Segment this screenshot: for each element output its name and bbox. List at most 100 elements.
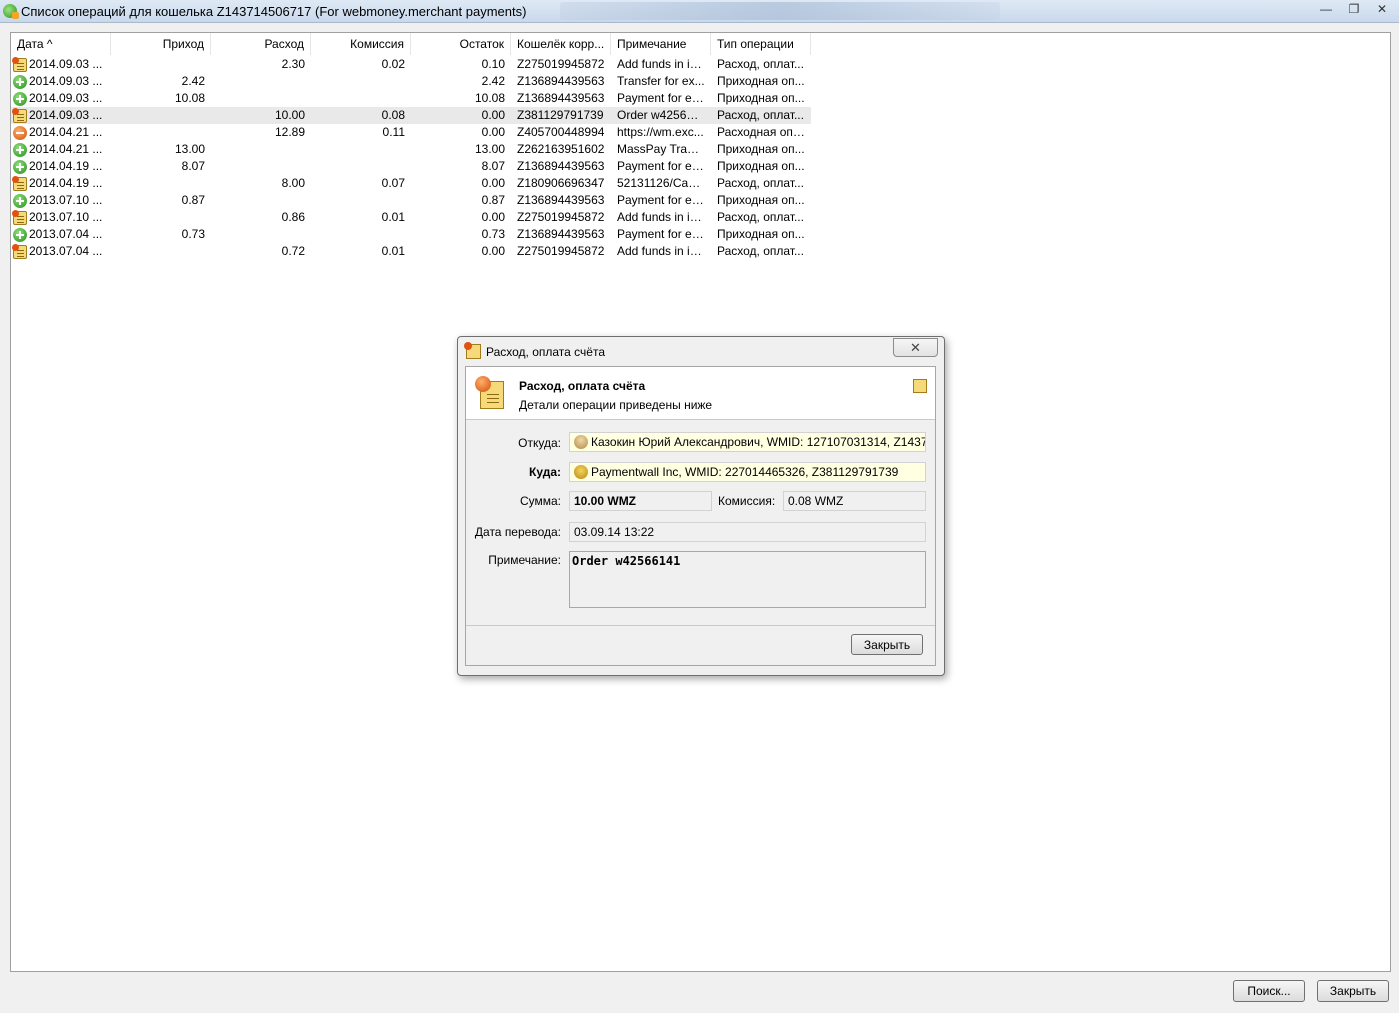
amount-field[interactable]: 10.00 WMZ — [569, 491, 712, 511]
date-label: Дата перевода: — [474, 525, 561, 539]
close-button[interactable]: Закрыть — [1317, 980, 1389, 1002]
fee-cell: 0.01 — [381, 244, 405, 258]
to-field[interactable]: Paymentwall Inc, WMID: 227014465326, Z38… — [569, 462, 926, 482]
wallet-cell: Z275019945872 — [517, 57, 605, 71]
expense-cell: 0.72 — [281, 244, 305, 258]
income-icon — [13, 227, 27, 242]
type-cell: Расход, оплат... — [717, 210, 804, 224]
income-icon — [13, 74, 27, 89]
note-cell: 52131126/Casi... — [617, 176, 707, 190]
invoice-payment-icon — [464, 342, 481, 359]
table-row[interactable]: 2013.07.04 ... 0.73 0.73 Z136894439563 Payme… — [11, 226, 811, 243]
expense-cell: 0.86 — [281, 210, 305, 224]
date-cell: 2013.07.04 ... — [11, 226, 111, 243]
wallet-cell: Z136894439563 — [517, 91, 605, 105]
date-cell: 2014.09.03 ... — [11, 107, 111, 124]
column-header-note[interactable]: Примечание — [611, 33, 711, 55]
date-cell: 2014.04.21 ... — [11, 124, 111, 141]
income-cell: 2.42 — [181, 74, 205, 88]
dialog-close-button[interactable]: ✕ — [893, 338, 938, 357]
from-label: Откуда: — [518, 436, 561, 450]
operations-window: Список операций для кошелька Z1437145067… — [0, 0, 1399, 1013]
title-bar: Список операций для кошелька Z1437145067… — [0, 0, 1399, 23]
date-text: 2014.04.21 ... — [29, 142, 103, 156]
table-row[interactable]: 2013.07.04 ... 0.72 0.01 0.00 Z275019945872 A… — [11, 243, 811, 260]
wallet-cell: Z136894439563 — [517, 159, 605, 173]
date-text: 2013.07.04 ... — [29, 244, 103, 258]
type-cell: Приходная оп... — [717, 91, 805, 105]
fee-cell: 0.02 — [381, 57, 405, 71]
from-value: Казокин Юрий Александрович, WMID: 127107… — [591, 435, 926, 449]
table-row[interactable]: 2014.04.21 ... 13.00 13.00 Z262163951602 Mas… — [11, 141, 811, 158]
table-row[interactable]: 2013.07.10 ... 0.87 0.87 Z136894439563 Payme… — [11, 192, 811, 209]
window-controls: — ❐ ✕ — [1311, 0, 1395, 20]
type-cell: Расход, оплат... — [717, 57, 804, 71]
note-cell: Payment for ex... — [617, 193, 708, 207]
date-field[interactable]: 03.09.14 13:22 — [569, 522, 926, 542]
restore-button[interactable]: ❐ — [1341, 0, 1367, 18]
income-icon — [13, 193, 27, 208]
column-header-fee[interactable]: Комиссия — [311, 33, 411, 55]
date-cell: 2014.04.19 ... — [11, 158, 111, 175]
table-row[interactable]: 2014.04.19 ... 8.00 0.07 0.00 Z180906696347 5… — [11, 175, 811, 192]
income-cell: 8.07 — [181, 159, 205, 173]
column-header-income[interactable]: Приход — [111, 33, 211, 55]
table-row[interactable]: 2014.09.03 ... 10.08 10.08 Z136894439563 Pay… — [11, 90, 811, 107]
from-field[interactable]: Казокин Юрий Александрович, WMID: 127107… — [569, 432, 926, 452]
income-cell: 0.73 — [181, 227, 205, 241]
outgoing-icon — [13, 125, 27, 140]
income-icon — [13, 142, 27, 157]
invoice-icon — [12, 107, 27, 123]
date-text: 2014.04.21 ... — [29, 125, 103, 139]
wallet-cell: Z275019945872 — [517, 244, 605, 258]
note-textarea[interactable]: Order w42566141 — [569, 551, 926, 608]
date-cell: 2013.07.10 ... — [11, 209, 111, 226]
dialog-header: Расход, оплата счёта Детали операции при… — [466, 367, 935, 420]
date-cell: 2014.09.03 ... — [11, 56, 111, 73]
expense-cell: 2.30 — [281, 57, 305, 71]
table-row[interactable]: 2014.09.03 ... 2.42 2.42 Z136894439563 Trans… — [11, 73, 811, 90]
dialog-ok-close-button[interactable]: Закрыть — [851, 634, 923, 655]
type-cell: Приходная оп... — [717, 193, 805, 207]
balance-cell: 0.87 — [481, 193, 505, 207]
balance-cell: 13.00 — [474, 142, 505, 156]
date-text: 2014.09.03 ... — [29, 91, 103, 105]
person-icon — [574, 435, 588, 449]
table-row[interactable]: 2014.09.03 ... 10.00 0.08 0.00 Z381129791739… — [11, 107, 811, 124]
fee-cell — [311, 158, 411, 175]
income-cell: 10.08 — [174, 91, 205, 105]
column-header-expense[interactable]: Расход — [211, 33, 311, 55]
dialog-header-title: Расход, оплата счёта — [519, 379, 646, 393]
invoice-payment-large-icon — [475, 376, 504, 409]
print-icon[interactable] — [913, 379, 927, 393]
search-button[interactable]: Поиск... — [1233, 980, 1305, 1002]
column-header-date[interactable]: Дата ^ — [11, 33, 111, 55]
table-row[interactable]: 2014.04.21 ... 12.89 0.11 0.00 Z405700448994… — [11, 124, 811, 141]
close-window-button[interactable]: ✕ — [1369, 0, 1395, 18]
table-row[interactable]: 2014.09.03 ... 2.30 0.02 0.10 Z275019945872 A… — [11, 56, 811, 73]
date-text: 2014.04.19 ... — [29, 176, 103, 190]
table-header: Дата ^ Приход Расход Комиссия Остаток Ко… — [11, 33, 811, 55]
wallet-cell: Z381129791739 — [517, 108, 604, 122]
invoice-icon — [12, 56, 27, 72]
column-header-type[interactable]: Тип операции — [711, 33, 811, 55]
fee-cell — [311, 141, 411, 158]
date-cell: 2014.04.21 ... — [11, 141, 111, 158]
dialog-body: Расход, оплата счёта Детали операции при… — [465, 366, 936, 666]
balance-cell: 10.08 — [474, 91, 505, 105]
table-row[interactable]: 2013.07.10 ... 0.86 0.01 0.00 Z275019945872 A… — [11, 209, 811, 226]
to-value: Paymentwall Inc, WMID: 227014465326, Z38… — [591, 465, 899, 479]
date-text: 2014.09.03 ... — [29, 74, 103, 88]
wallet-cell: Z262163951602 — [517, 142, 605, 156]
webmoney-app-icon — [3, 4, 19, 19]
fee-label: Комиссия: — [718, 494, 776, 508]
income-cell — [111, 175, 211, 192]
type-cell: Расход, оплат... — [717, 176, 804, 190]
type-cell: Приходная оп... — [717, 227, 805, 241]
column-header-balance[interactable]: Остаток — [411, 33, 511, 55]
fee-field[interactable]: 0.08 WMZ — [783, 491, 926, 511]
minimize-button[interactable]: — — [1313, 0, 1339, 18]
column-header-wallet[interactable]: Кошелёк корр... — [511, 33, 611, 55]
window-title: Список операций для кошелька Z1437145067… — [21, 4, 527, 19]
table-row[interactable]: 2014.04.19 ... 8.07 8.07 Z136894439563 Payme… — [11, 158, 811, 175]
